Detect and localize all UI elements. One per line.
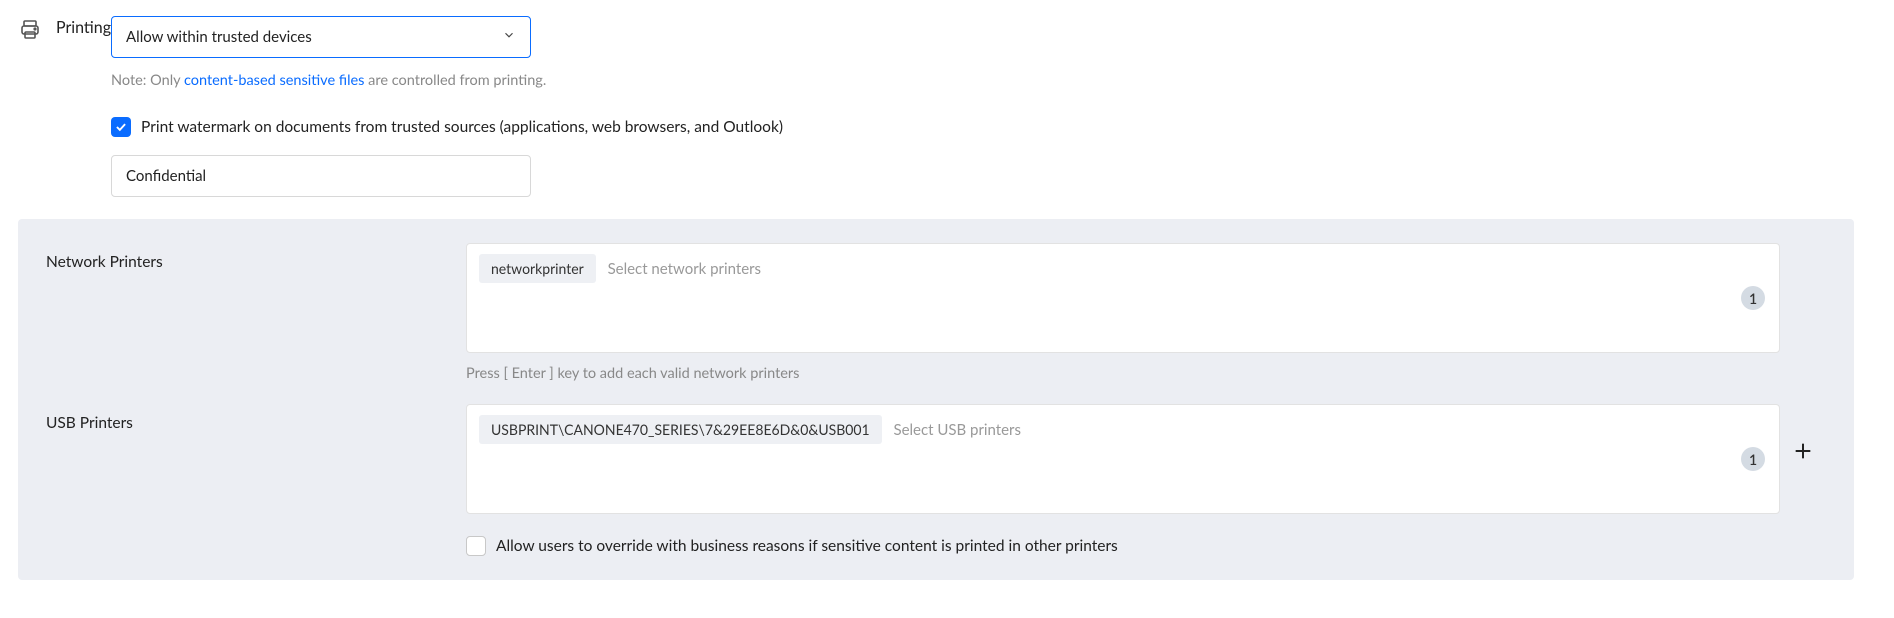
printing-policy-value: Allow within trusted devices xyxy=(126,28,312,46)
network-printer-tag[interactable]: networkprinter xyxy=(479,254,596,283)
chevron-down-icon xyxy=(502,28,516,46)
printers-panel: Network Printers networkprinter Select n… xyxy=(18,219,1854,580)
printer-icon xyxy=(18,16,42,40)
section-title: Printing xyxy=(56,16,111,40)
usb-printers-count: 1 xyxy=(1741,447,1765,471)
network-printers-input[interactable]: networkprinter Select network printers 1 xyxy=(466,243,1780,353)
watermark-text-input[interactable]: Confidential xyxy=(111,155,531,197)
usb-printer-tag[interactable]: USBPRINT\CANONE470_SERIES\7&29EE8E6D&0&U… xyxy=(479,415,882,444)
usb-printers-label: USB Printers xyxy=(46,404,466,432)
usb-printers-placeholder: Select USB printers xyxy=(894,415,1021,445)
watermark-checkbox[interactable] xyxy=(111,117,131,137)
network-printers-label: Network Printers xyxy=(46,243,466,271)
content-sensitive-link[interactable]: content-based sensitive files xyxy=(184,72,365,89)
printing-note: Note: Only content-based sensitive files… xyxy=(111,72,1854,89)
network-printers-placeholder: Select network printers xyxy=(608,254,761,284)
override-checkbox-label: Allow users to override with business re… xyxy=(496,537,1118,555)
network-printers-hint: Press [ Enter ] key to add each valid ne… xyxy=(466,365,1780,382)
add-usb-printer-button[interactable] xyxy=(1792,440,1814,462)
usb-printers-input[interactable]: USBPRINT\CANONE470_SERIES\7&29EE8E6D&0&U… xyxy=(466,404,1780,514)
network-printers-count: 1 xyxy=(1741,286,1765,310)
watermark-checkbox-label: Print watermark on documents from truste… xyxy=(141,118,783,136)
override-checkbox[interactable] xyxy=(466,536,486,556)
printing-policy-select[interactable]: Allow within trusted devices xyxy=(111,16,531,58)
